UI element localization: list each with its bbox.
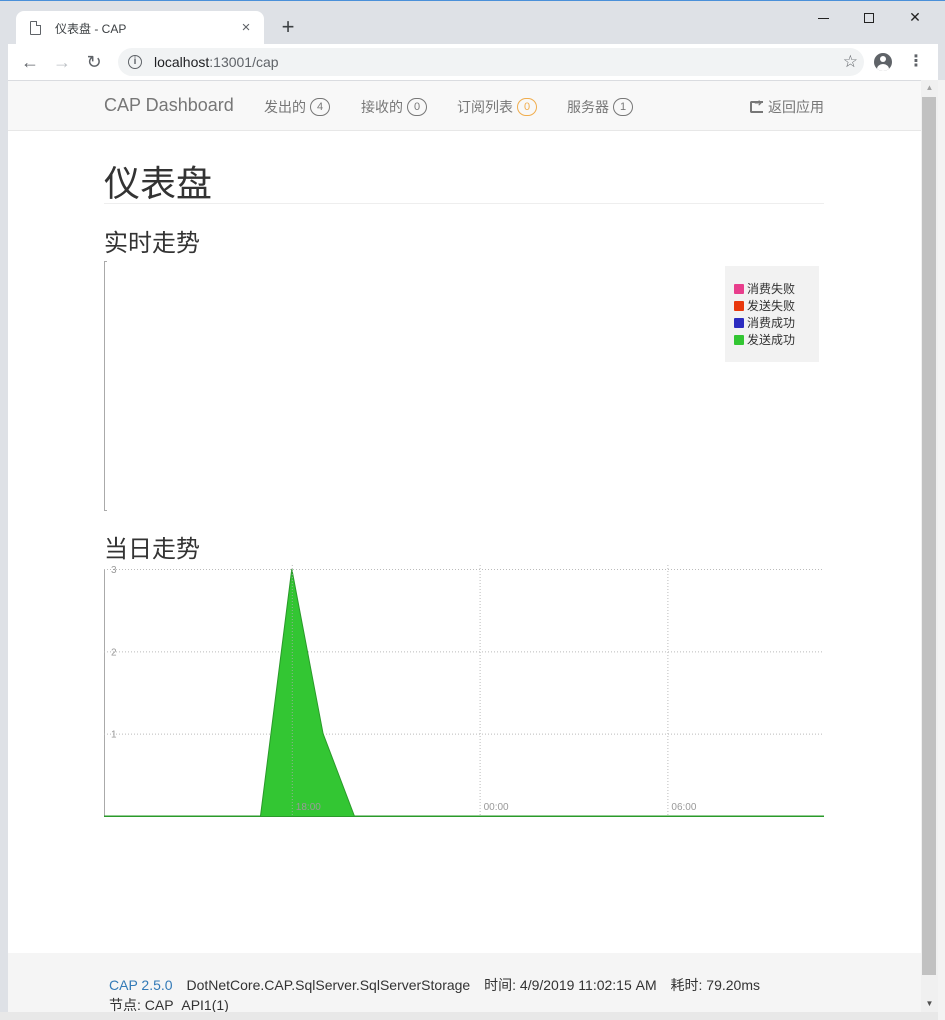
daily-chart: 1 2 3 18:00 00:00 06:00 — [104, 565, 824, 817]
bookmark-star-icon[interactable]: ☆ — [843, 52, 858, 72]
series-area-send-success — [104, 569, 824, 816]
profile-avatar-icon[interactable] — [874, 53, 892, 71]
daily-section-title: 当日走势 — [104, 536, 200, 563]
storage-name: DotNetCore.CAP.SqlServer.SqlServerStorag… — [186, 977, 471, 993]
legend-item: 发送失败 — [734, 297, 819, 314]
footer-info: CAP 2.5.0 DotNetCore.CAP.SqlServer.SqlSe… — [109, 975, 760, 995]
legend-label: 发送成功 — [747, 333, 796, 347]
forward-button[interactable]: → — [50, 50, 74, 74]
footer: CAP 2.5.0 DotNetCore.CAP.SqlServer.SqlSe… — [8, 953, 921, 1012]
nav-published-badge: 4 — [310, 98, 330, 116]
realtime-chart: 消费失败 发送失败 消费成功 发送成功 — [104, 261, 824, 511]
url-host: localhost — [154, 54, 210, 70]
realtime-section-title: 实时走势 — [104, 230, 200, 257]
server-time: 时间: 4/9/2019 11:02:15 AM — [484, 977, 657, 993]
minimize-button[interactable] — [800, 7, 846, 29]
nav-received-badge: 0 — [407, 98, 427, 116]
legend-swatch — [734, 300, 744, 311]
back-to-app-link[interactable]: 返回应用 — [750, 97, 824, 117]
browser-tab[interactable]: 仪表盘 - CAP × — [16, 11, 264, 45]
window-bottom-edge — [0, 1012, 938, 1020]
site-info-icon[interactable]: i — [128, 55, 142, 69]
browser-toolbar: ← → ↻ i localhost:13001/cap ☆ ⋮ — [8, 44, 938, 80]
page-viewport: CAP Dashboard 发出的 4 接收的 0 订阅列表 0 服务器 1 返… — [8, 80, 921, 1012]
node-info: 节点: CAP_API1(1) — [109, 997, 229, 1012]
nav-subscriptions-badge: 0 — [517, 98, 537, 116]
y-tick-label: 2 — [111, 647, 117, 658]
y-tick-label: 3 — [111, 565, 117, 576]
scroll-down-arrow-icon[interactable]: ▼ — [921, 996, 938, 1012]
series-line-send-success — [104, 568, 824, 817]
title-divider — [104, 203, 824, 204]
maximize-button[interactable] — [846, 7, 892, 29]
background-window-edge — [938, 80, 945, 1020]
scroll-thumb[interactable] — [922, 97, 936, 975]
url-path: :13001/cap — [209, 54, 279, 70]
elapsed-time: 耗时: 79.20ms — [670, 977, 761, 993]
nav-received-label: 接收的 — [361, 99, 403, 115]
brand-link[interactable]: CAP Dashboard — [104, 95, 234, 116]
x-tick-label: 00:00 — [484, 802, 509, 813]
legend-item: 发送成功 — [734, 331, 819, 348]
sign-out-icon — [750, 98, 763, 113]
page-icon — [30, 21, 41, 35]
legend-label: 消费失败 — [747, 282, 796, 296]
nav-published[interactable]: 发出的 4 — [264, 97, 330, 117]
page-scrollbar[interactable]: ▲ ▼ — [921, 80, 938, 1012]
nav-servers-badge: 1 — [613, 98, 633, 116]
legend-swatch — [734, 334, 744, 345]
chart-legend: 消费失败 发送失败 消费成功 发送成功 — [725, 266, 819, 362]
legend-label: 消费成功 — [747, 316, 796, 330]
top-navbar: CAP Dashboard 发出的 4 接收的 0 订阅列表 0 服务器 1 返… — [8, 81, 921, 131]
nav-subscriptions[interactable]: 订阅列表 0 — [457, 97, 537, 117]
x-tick-label: 18:00 — [296, 802, 321, 813]
back-to-app-label: 返回应用 — [768, 99, 824, 115]
browser-menu-icon[interactable]: ⋮ — [908, 50, 924, 74]
minimize-icon — [817, 17, 829, 19]
nav-subscriptions-label: 订阅列表 — [457, 99, 513, 115]
legend-swatch — [734, 317, 744, 328]
nav-servers[interactable]: 服务器 1 — [567, 97, 633, 117]
new-tab-button[interactable]: + — [276, 16, 300, 40]
legend-swatch — [734, 283, 744, 294]
back-button[interactable]: ← — [18, 50, 42, 74]
reload-button[interactable]: ↻ — [82, 50, 106, 74]
maximize-icon — [864, 13, 874, 24]
tab-strip: 仪表盘 - CAP × + — [8, 2, 938, 45]
tab-title: 仪表盘 - CAP — [55, 21, 127, 36]
legend-item: 消费成功 — [734, 314, 819, 331]
nav-servers-label: 服务器 — [567, 99, 609, 115]
address-bar[interactable]: i localhost:13001/cap ☆ — [118, 48, 864, 76]
legend-item: 消费失败 — [734, 280, 819, 297]
y-tick-label: 1 — [111, 730, 117, 741]
realtime-y-axis — [104, 261, 107, 511]
nav-received[interactable]: 接收的 0 — [361, 97, 427, 117]
x-tick-label: 06:00 — [671, 802, 696, 813]
legend-label: 发送失败 — [747, 299, 796, 313]
page-title: 仪表盘 — [104, 163, 213, 204]
nav-published-label: 发出的 — [264, 99, 306, 115]
tab-close-icon[interactable]: × — [238, 20, 254, 36]
scroll-up-arrow-icon[interactable]: ▲ — [921, 80, 938, 96]
close-window-button[interactable]: ✕ — [892, 7, 938, 29]
version-link[interactable]: CAP 2.5.0 — [109, 977, 173, 993]
